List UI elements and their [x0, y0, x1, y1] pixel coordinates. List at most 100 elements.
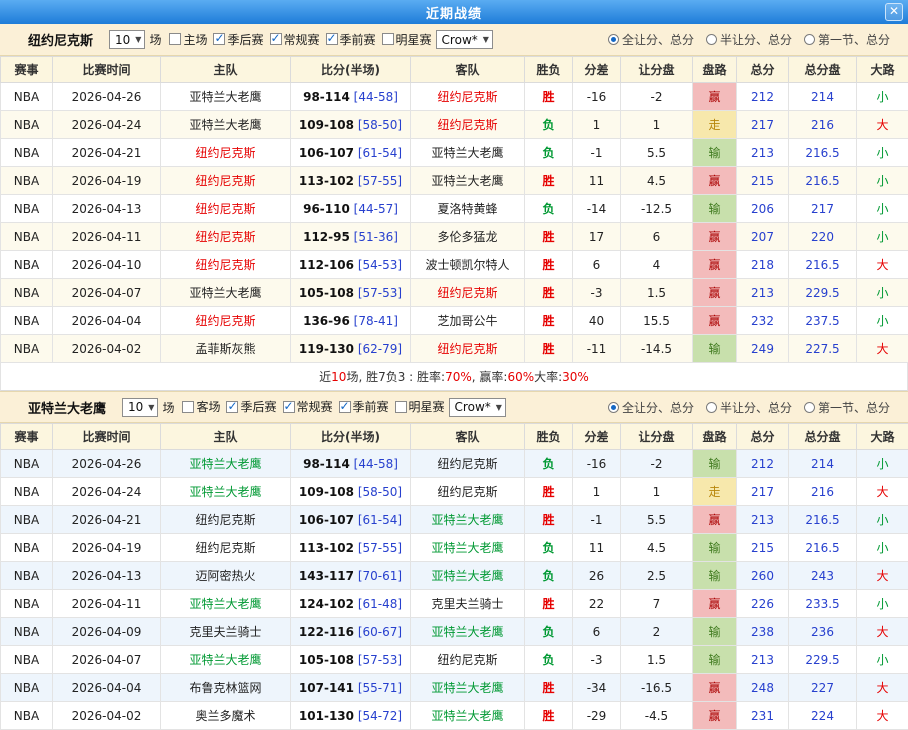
total-line-cell: 227.5: [789, 335, 857, 363]
point-diff-cell: -3: [573, 646, 621, 674]
checkbox-checked-icon[interactable]: [283, 401, 295, 413]
total-line-cell: 216.5: [789, 534, 857, 562]
point-diff-cell: -1: [573, 139, 621, 167]
away-team-cell: 纽约尼克斯: [411, 646, 525, 674]
checkbox-label: 主场: [183, 31, 207, 48]
fulltime-score: 98-114: [303, 90, 350, 104]
score-cell: 112-106 [54-53]: [291, 251, 411, 279]
point-diff-cell: -3: [573, 279, 621, 307]
score-cell: 124-102 [61-48]: [291, 590, 411, 618]
halftime-score: [58-50]: [358, 485, 402, 499]
radio-icon[interactable]: [804, 402, 815, 413]
halftime-score: [57-53]: [358, 286, 402, 300]
home-team-cell: 亚特兰大老鹰: [161, 450, 291, 478]
radio-icon[interactable]: [706, 402, 717, 413]
halftime-score: [61-54]: [358, 513, 402, 527]
date-cell: 2026-04-13: [53, 195, 161, 223]
filter-checkbox[interactable]: 季后赛: [213, 31, 263, 48]
bookmaker-value: Crow*: [455, 400, 491, 414]
odds-type-radio[interactable]: 全让分、总分: [608, 399, 694, 416]
date-cell: 2026-04-11: [53, 590, 161, 618]
total-line-cell: 233.5: [789, 590, 857, 618]
handicap-result-cell: 输: [693, 139, 737, 167]
score-cell: 143-117 [70-61]: [291, 562, 411, 590]
match-row: NBA2026-04-09克里夫兰骑士122-116 [60-67]亚特兰大老鹰…: [1, 618, 908, 646]
odds-type-radio[interactable]: 全让分、总分: [608, 31, 694, 48]
summary-segment: , 赢率:: [472, 368, 508, 385]
table-header-row: 赛事比赛时间主队比分(半场)客队胜负分差让分盘盘路总分总分盘大路: [1, 57, 908, 83]
column-header: 分差: [573, 57, 621, 83]
league-cell: NBA: [1, 478, 53, 506]
games-count-select[interactable]: 10 ▼: [122, 398, 158, 417]
bookmaker-select[interactable]: Crow* ▼: [436, 30, 493, 49]
column-header: 让分盘: [621, 424, 693, 450]
fulltime-score: 107-141: [299, 681, 354, 695]
match-row: NBA2026-04-10纽约尼克斯112-106 [54-53]波士顿凯尔特人…: [1, 251, 908, 279]
filter-checkbox[interactable]: 客场: [182, 398, 220, 415]
odds-type-radio[interactable]: 半让分、总分: [706, 399, 792, 416]
handicap-line-cell: 4.5: [621, 167, 693, 195]
summary-segment: 60%: [507, 370, 534, 384]
handicap-line-cell: 4.5: [621, 534, 693, 562]
games-count-select[interactable]: 10 ▼: [109, 30, 145, 49]
over-under-cell: 小: [857, 223, 908, 251]
column-header: 比分(半场): [291, 424, 411, 450]
checkbox-unchecked-icon[interactable]: [395, 401, 407, 413]
summary-segment: 大率:: [534, 368, 562, 385]
halftime-score: [57-55]: [358, 174, 402, 188]
radio-icon[interactable]: [706, 34, 717, 45]
odds-type-radio[interactable]: 第一节、总分: [804, 399, 890, 416]
over-under-cell: 小: [857, 139, 908, 167]
checkbox-unchecked-icon[interactable]: [182, 401, 194, 413]
filter-checkbox[interactable]: 常规赛: [283, 398, 333, 415]
score-cell: 113-102 [57-55]: [291, 534, 411, 562]
date-cell: 2026-04-24: [53, 111, 161, 139]
point-diff-cell: -14: [573, 195, 621, 223]
result-cell: 负: [525, 450, 573, 478]
home-team-cell: 纽约尼克斯: [161, 139, 291, 167]
column-header: 盘路: [693, 57, 737, 83]
bookmaker-select[interactable]: Crow* ▼: [449, 398, 506, 417]
date-cell: 2026-04-21: [53, 139, 161, 167]
filter-checkbox[interactable]: 常规赛: [270, 31, 320, 48]
chevron-down-icon: ▼: [148, 403, 154, 412]
close-button[interactable]: ✕: [885, 3, 903, 21]
checkbox-unchecked-icon[interactable]: [169, 33, 181, 45]
away-team-cell: 克里夫兰骑士: [411, 590, 525, 618]
total-line-cell: 220: [789, 223, 857, 251]
games-unit-label: 场: [162, 399, 174, 416]
filter-checkbox[interactable]: 明星赛: [395, 398, 445, 415]
handicap-result-cell: 赢: [693, 674, 737, 702]
recent-results-dialog: 近期战绩 ✕ 纽约尼克斯 10 ▼ 场 主场季后赛常规赛季前赛明星赛 Crow*…: [0, 0, 908, 728]
checkbox-checked-icon[interactable]: [339, 401, 351, 413]
handicap-result-cell: 输: [693, 534, 737, 562]
point-diff-cell: -1: [573, 506, 621, 534]
league-cell: NBA: [1, 590, 53, 618]
handicap-result-cell: 输: [693, 195, 737, 223]
league-cell: NBA: [1, 139, 53, 167]
handicap-result-cell: 输: [693, 450, 737, 478]
checkbox-unchecked-icon[interactable]: [382, 33, 394, 45]
filter-checkbox[interactable]: 季后赛: [226, 398, 276, 415]
radio-icon[interactable]: [804, 34, 815, 45]
result-cell: 胜: [525, 279, 573, 307]
filter-checkbox[interactable]: 季前赛: [339, 398, 389, 415]
filter-checkbox[interactable]: 明星赛: [382, 31, 432, 48]
checkbox-checked-icon[interactable]: [213, 33, 225, 45]
odds-type-radio[interactable]: 第一节、总分: [804, 31, 890, 48]
checkbox-checked-icon[interactable]: [270, 33, 282, 45]
odds-type-radio[interactable]: 半让分、总分: [706, 31, 792, 48]
match-row: NBA2026-04-04纽约尼克斯136-96 [78-41]芝加哥公牛胜40…: [1, 307, 908, 335]
score-cell: 136-96 [78-41]: [291, 307, 411, 335]
halftime-score: [55-71]: [358, 681, 402, 695]
radio-selected-icon[interactable]: [608, 34, 619, 45]
filter-checkbox[interactable]: 主场: [169, 31, 207, 48]
filter-checkbox[interactable]: 季前赛: [326, 31, 376, 48]
point-diff-cell: 1: [573, 111, 621, 139]
home-team-cell: 孟菲斯灰熊: [161, 335, 291, 363]
total-line-cell: 216.5: [789, 139, 857, 167]
checkbox-checked-icon[interactable]: [226, 401, 238, 413]
radio-selected-icon[interactable]: [608, 402, 619, 413]
checkbox-checked-icon[interactable]: [326, 33, 338, 45]
dialog-titlebar: 近期战绩 ✕: [0, 0, 908, 24]
